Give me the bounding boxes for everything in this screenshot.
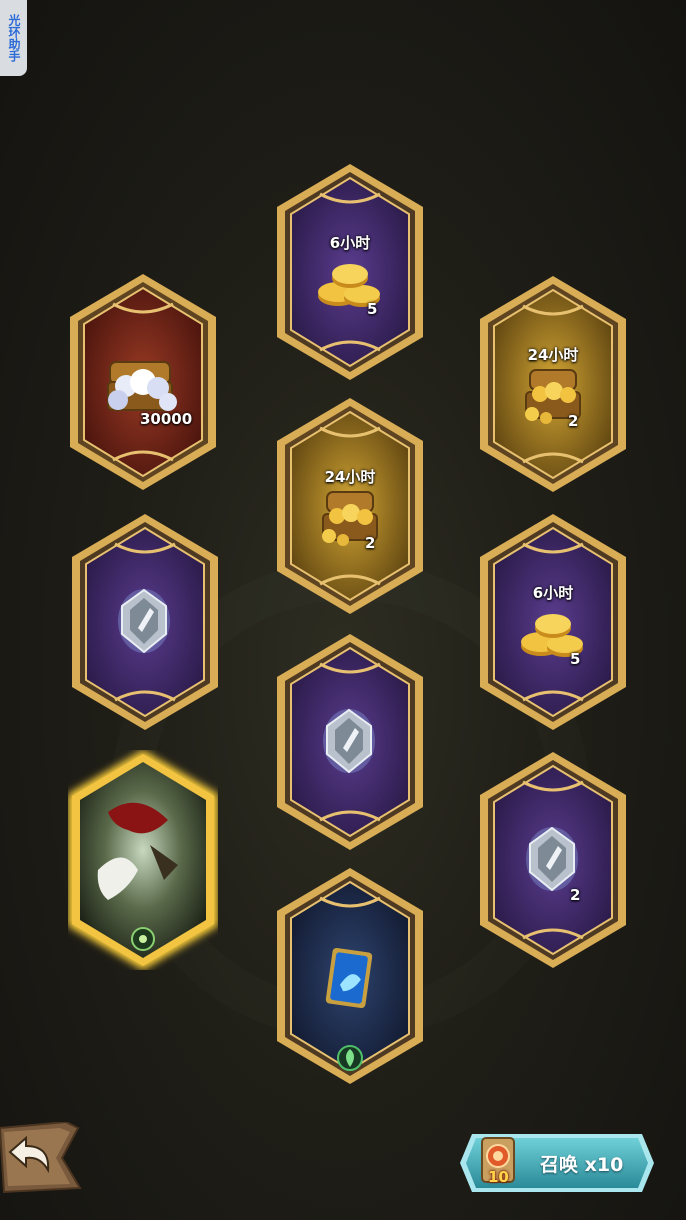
gold-chest-icon — [322, 491, 378, 546]
reward-card-gold-6h[interactable]: 6小时 5 — [275, 162, 425, 382]
reward-duration-label: 6小时 — [329, 234, 371, 252]
reward-quantity: 5 — [367, 300, 378, 318]
gold-coins-icon — [318, 264, 380, 307]
faction-badge-icon — [131, 927, 155, 951]
reward-card-gold-6h[interactable]: 6小时 5 — [478, 512, 628, 732]
hero-card-icon — [325, 948, 373, 1008]
gold-coins-icon — [521, 614, 583, 657]
silver-emblem-icon — [323, 708, 375, 774]
reward-card-gold-24h[interactable]: 24小时 2 — [275, 396, 425, 616]
back-button[interactable] — [0, 1120, 82, 1194]
element-leaf-icon — [337, 1045, 363, 1071]
reward-quantity: 2 — [365, 534, 376, 552]
silver-emblem-icon — [118, 588, 170, 654]
reward-duration-label: 24小时 — [324, 468, 376, 486]
summon-button-label: 召唤 x10 — [540, 1154, 624, 1176]
reward-card-hero-card[interactable] — [275, 866, 425, 1086]
summon-ticket-count: 10 — [488, 1168, 509, 1186]
reward-duration-label: 6小时 — [532, 584, 574, 602]
reward-quantity: 2 — [570, 886, 581, 904]
reward-quantity: 30000 — [140, 410, 193, 428]
summon-x10-button[interactable]: 10 召唤 x10 — [458, 1132, 656, 1194]
gold-chest-icon — [525, 369, 581, 424]
reward-card-emblem[interactable]: 2 — [478, 750, 628, 970]
assistant-tab[interactable]: 光环助手 — [0, 0, 27, 76]
reward-duration-label: 24小时 — [527, 346, 579, 364]
reward-card-emblem[interactable] — [70, 512, 220, 732]
back-arrow-icon — [0, 1120, 82, 1194]
reward-card-gold-24h[interactable]: 24小时 2 — [478, 274, 628, 494]
reward-quantity: 5 — [570, 650, 581, 668]
reward-card-hero[interactable] — [68, 750, 218, 970]
reward-card-diamonds[interactable]: 30000 — [68, 272, 218, 492]
silver-emblem-icon — [526, 826, 578, 892]
reward-card-emblem[interactable] — [275, 632, 425, 852]
reward-quantity: 2 — [568, 412, 579, 430]
